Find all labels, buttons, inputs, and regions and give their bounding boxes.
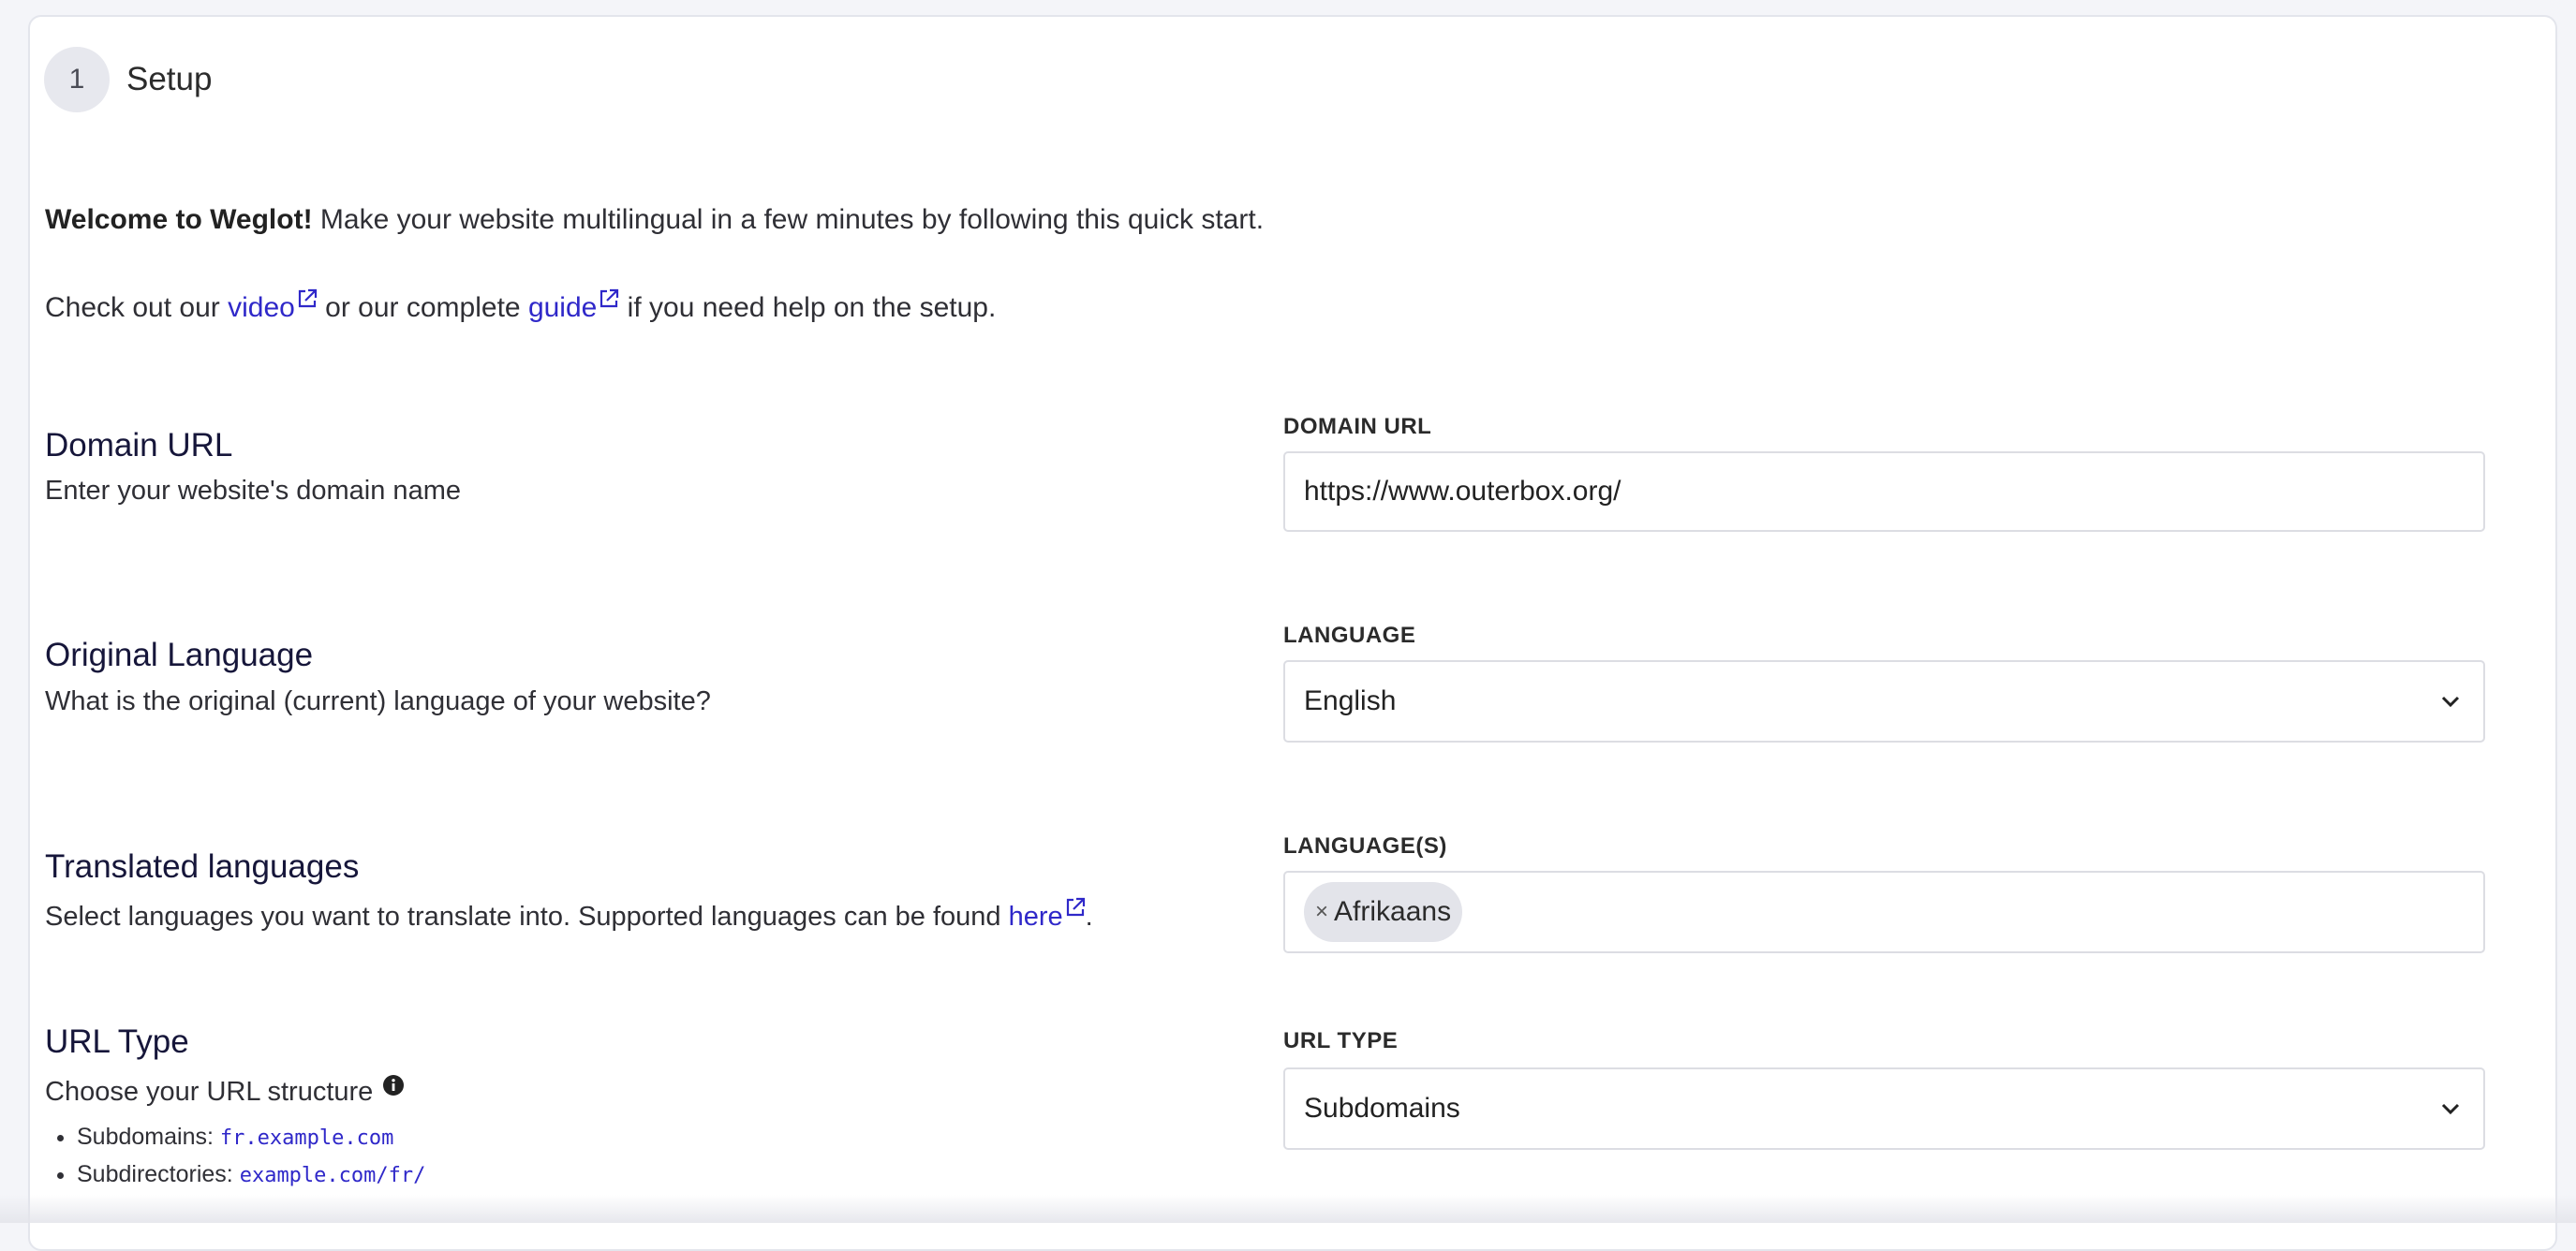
chevron-down-icon — [2436, 1095, 2465, 1123]
domain-url-input[interactable]: https://www.outerbox.org/ — [1283, 451, 2485, 532]
original-language-selected: English — [1304, 685, 2436, 717]
translated-languages-title: Translated languages — [45, 848, 359, 886]
original-language-title: Original Language — [45, 637, 313, 674]
step-title: Setup — [126, 61, 212, 98]
guide-link[interactable]: guide — [528, 292, 619, 323]
domain-field-label: DOMAIN URL — [1283, 414, 1431, 440]
supported-languages-link[interactable]: here — [1009, 902, 1086, 932]
help-suffix: if you need help on the setup. — [619, 292, 996, 323]
welcome-text: Welcome to Weglot! Make your website mul… — [45, 204, 1264, 236]
bottom-scroll-shadow — [0, 1195, 2576, 1223]
welcome-bold: Welcome to Weglot! — [45, 204, 313, 235]
language-tag-label: Afrikaans — [1334, 896, 1451, 928]
url-type-description-text: Choose your URL structure — [45, 1077, 373, 1107]
step-number-badge: 1 — [44, 47, 110, 112]
step-header: 1 Setup — [44, 47, 212, 112]
external-link-icon — [297, 288, 318, 309]
help-text: Check out our video or our complete guid… — [45, 288, 996, 324]
url-option-name: Subdirectories: — [77, 1161, 233, 1187]
url-type-select[interactable]: Subdomains — [1283, 1067, 2485, 1150]
languages-field-label: LANGUAGE(S) — [1283, 833, 1447, 860]
video-link-label: video — [228, 292, 295, 323]
url-type-selected: Subdomains — [1304, 1093, 2436, 1125]
translated-languages-multiselect[interactable]: × Afrikaans — [1283, 871, 2485, 953]
guide-link-label: guide — [528, 292, 597, 323]
help-prefix: Check out our — [45, 292, 228, 323]
url-type-description: Choose your URL structure — [45, 1073, 405, 1108]
url-option-example: fr.example.com — [220, 1126, 393, 1150]
url-type-title: URL Type — [45, 1023, 189, 1061]
original-language-description: What is the original (current) language … — [45, 686, 711, 717]
translated-languages-description: Select languages you want to translate i… — [45, 897, 1093, 933]
here-link-label: here — [1009, 902, 1063, 932]
chevron-down-icon — [2436, 687, 2465, 715]
url-option-example: example.com/fr/ — [240, 1164, 426, 1187]
language-field-label: LANGUAGE — [1283, 623, 1415, 649]
video-link[interactable]: video — [228, 292, 318, 323]
list-item: Subdomains: fr.example.com — [77, 1119, 425, 1156]
original-language-select[interactable]: English — [1283, 660, 2485, 743]
welcome-rest: Make your website multilingual in a few … — [313, 204, 1264, 235]
remove-tag-icon[interactable]: × — [1315, 899, 1328, 925]
url-option-name: Subdomains: — [77, 1124, 214, 1150]
list-item: Subdirectories: example.com/fr/ — [77, 1156, 425, 1194]
translated-languages-desc-prefix: Select languages you want to translate i… — [45, 902, 1009, 932]
url-type-help-list: Subdomains: fr.example.com Subdirectorie… — [45, 1119, 425, 1194]
url-type-field-label: URL TYPE — [1283, 1028, 1398, 1054]
help-middle: or our complete — [318, 292, 528, 323]
domain-section-title: Domain URL — [45, 427, 232, 464]
domain-section-description: Enter your website's domain name — [45, 476, 461, 507]
domain-url-value: https://www.outerbox.org/ — [1304, 476, 2465, 508]
translated-languages-desc-suffix: . — [1086, 902, 1093, 932]
language-tag: × Afrikaans — [1304, 882, 1462, 942]
external-link-icon — [599, 288, 619, 309]
info-icon[interactable] — [382, 1073, 405, 1104]
external-link-icon — [1065, 897, 1086, 918]
